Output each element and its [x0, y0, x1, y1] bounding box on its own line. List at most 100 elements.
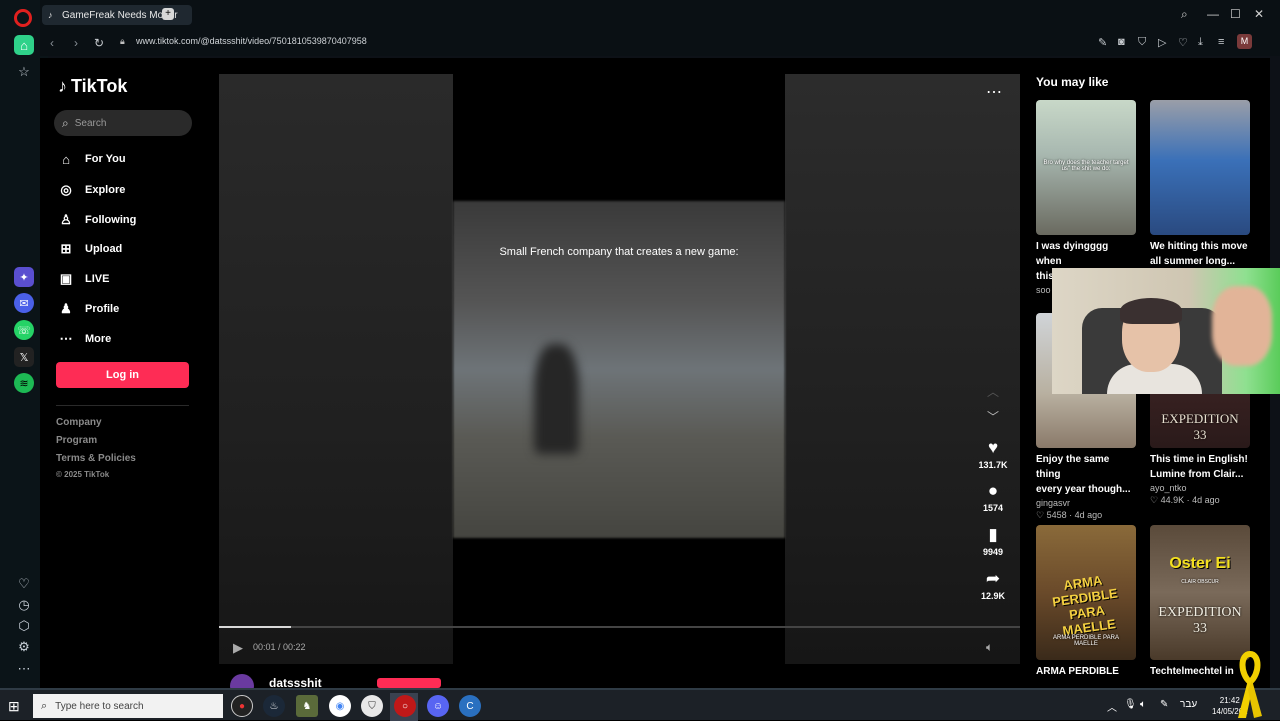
nav-following[interactable]: ♙ Following [58, 212, 136, 228]
copyright: © 2025 TikTok [56, 470, 110, 479]
nav-profile[interactable]: ♟ Profile [58, 301, 119, 317]
minimize-button[interactable]: — [1207, 7, 1219, 21]
search-box[interactable]: ⌕ [54, 110, 192, 136]
menu-icon[interactable]: ≡ [1218, 36, 1224, 48]
rec-thumb: ARMA PERDIBLE PARA MAELLE ARMA PERDIBLE … [1036, 525, 1136, 660]
tiktok-favicon-icon: ♪ [48, 10, 53, 20]
share-action[interactable]: ➦ 12.9K [976, 569, 1010, 601]
messenger-icon[interactable]: ✉ [14, 293, 34, 313]
spotify-icon[interactable]: ≋ [14, 373, 34, 393]
comment-action[interactable]: ● 1574 [976, 481, 1010, 513]
rec-thumb: Bro why does the teacher target us" the … [1036, 100, 1136, 235]
rec-card[interactable]: Bro why does the teacher target us" the … [1036, 100, 1136, 295]
follow-button[interactable] [377, 678, 441, 688]
taskbar-search-input[interactable] [55, 700, 166, 712]
like-action[interactable]: ♥ 131.7K [976, 438, 1010, 470]
extensions-icon[interactable]: ⬡ [14, 616, 34, 636]
back-button[interactable]: ‹ [50, 36, 54, 50]
forward-button[interactable]: › [74, 36, 78, 50]
share-count: 12.9K [980, 591, 1006, 601]
video-figure [534, 344, 579, 454]
windows-start-icon[interactable]: ⊞ [8, 698, 20, 715]
play-icon[interactable]: ▶ [233, 640, 243, 656]
steam-icon[interactable]: ♨ [263, 695, 285, 717]
url-field[interactable]: www.tiktok.com/@datssshit/video/75018105… [136, 36, 367, 46]
discord-icon[interactable]: ☺ [427, 695, 449, 717]
nav-label: Profile [85, 303, 120, 315]
obs-icon[interactable]: ● [231, 695, 253, 717]
home-speed-dial-icon[interactable]: ⌂ [14, 35, 34, 55]
rec-thumb: Oster Ei CLAIR OBSCUR EXPEDITION 33 [1150, 525, 1250, 660]
video-player[interactable]: Small French company that creates a new … [219, 74, 1020, 664]
new-tab-button[interactable]: + [162, 8, 174, 20]
thumb-text: Bro why does the teacher target us" the … [1043, 160, 1129, 172]
rec-card[interactable]: ARMA PERDIBLE PARA MAELLE ARMA PERDIBLE … [1036, 525, 1136, 679]
footer-company[interactable]: Company [56, 417, 102, 428]
share-icon: ➦ [985, 569, 1001, 588]
profile-avatar[interactable]: M [1237, 34, 1252, 49]
download-icon[interactable]: ⤓ [1198, 36, 1203, 49]
mic-icon[interactable]: 🎙︎ [1124, 699, 1137, 710]
snapshot-icon[interactable]: ◙ [1118, 36, 1125, 48]
pinboard-icon[interactable]: ☆ [14, 62, 34, 82]
search-input[interactable] [74, 117, 175, 129]
settings-gear-icon[interactable]: ⚙ [14, 637, 34, 657]
taskbar-search[interactable]: ⌕ [33, 694, 223, 718]
comment-icon: ● [987, 481, 999, 500]
search-icon: ⌕ [41, 699, 48, 712]
shield-icon[interactable]: ⛉ [1138, 36, 1146, 49]
thumb-subtitle: CLAIR OBSCUR [1181, 579, 1219, 585]
thumb-caption: ARMA PERDIBLE PARA MAELLE [1053, 635, 1119, 647]
yellow-ribbon-icon [1238, 650, 1262, 718]
address-bar: ‹ › ↻ 🔒︎ www.tiktok.com/@datssshit/video… [40, 30, 1280, 56]
more-dots-icon[interactable]: ⋯ [14, 659, 34, 679]
maximize-button[interactable]: ☐ [1230, 7, 1241, 21]
speaker-icon[interactable]: 🔈︎ [1140, 699, 1146, 710]
footer-program[interactable]: Program [56, 435, 97, 446]
game-app-icon[interactable]: ♞ [296, 695, 318, 717]
nav-explore[interactable]: ◎ Explore [58, 182, 125, 198]
nav-upload[interactable]: ⊞ Upload [58, 241, 123, 257]
close-window-button[interactable]: ✕ [1254, 7, 1264, 21]
rec-title: Enjoy the same thing every year though... [1036, 454, 1131, 495]
rec-author[interactable]: ayo_ntko [1150, 483, 1250, 493]
edit-icon[interactable]: ✎ [1098, 36, 1107, 49]
tray-chevron-icon[interactable]: ︿ [1107, 699, 1117, 714]
progress-bar[interactable] [219, 626, 1020, 628]
history-icon[interactable]: ◷ [14, 595, 34, 615]
whatsapp-icon[interactable]: ☏ [14, 320, 34, 340]
rec-author[interactable]: gingasvr [1036, 498, 1136, 508]
rec-title: This time in English! Lumine from Clair..… [1150, 454, 1248, 480]
app-shield-icon[interactable]: ⛉ [361, 695, 383, 717]
login-button[interactable]: Log in [56, 362, 189, 388]
prev-video-icon[interactable]: ︿ [987, 383, 999, 400]
editor-app-icon[interactable]: C [459, 695, 481, 717]
search-tabs-icon[interactable]: ⌕ [1181, 7, 1188, 22]
live-icon: ▣ [59, 271, 73, 286]
video-caption: Small French company that creates a new … [499, 246, 739, 258]
opera-taskbar-icon[interactable]: ○ [394, 695, 416, 717]
nav-for-you[interactable]: ⌂ For You [58, 151, 125, 167]
nav-label: LIVE [85, 273, 110, 285]
save-action[interactable]: ▮ 9949 [976, 525, 1010, 557]
pen-icon[interactable]: ✎ [1160, 699, 1168, 710]
nav-live[interactable]: ▣ LIVE [58, 271, 110, 287]
rec-card[interactable]: We hitting this move all summer long... [1150, 100, 1250, 269]
tiktok-logo[interactable]: ♪ TikTok [58, 76, 127, 97]
reload-button[interactable]: ↻ [94, 36, 104, 50]
nav-more[interactable]: ⋯ More [58, 331, 112, 347]
chrome-icon[interactable]: ◉ [329, 695, 351, 717]
video-more-icon[interactable]: ⋯ [986, 82, 1002, 102]
x-twitter-icon[interactable]: 𝕏 [14, 347, 34, 367]
volume-icon[interactable]: 🔈︎ [986, 640, 993, 655]
input-language[interactable]: עבר [1180, 699, 1197, 710]
heart-icon[interactable]: ♡ [1178, 36, 1188, 49]
opera-logo-icon[interactable] [14, 9, 32, 27]
footer-terms[interactable]: Terms & Policies [56, 453, 136, 464]
lock-icon: 🔒︎ [120, 36, 125, 46]
play-icon[interactable]: ▷ [1158, 36, 1166, 49]
aria-icon[interactable]: ✦ [14, 267, 34, 287]
more-icon: ⋯ [59, 331, 73, 346]
next-video-icon[interactable]: ﹀ [987, 408, 999, 425]
favorites-icon[interactable]: ♡ [14, 574, 34, 594]
